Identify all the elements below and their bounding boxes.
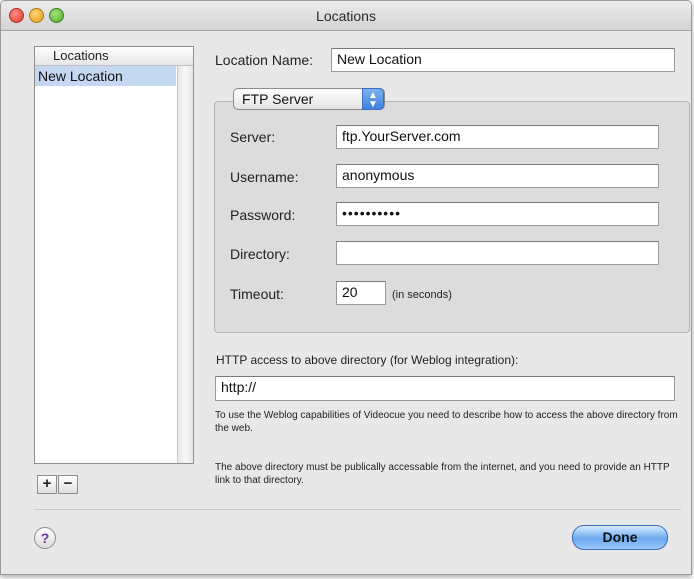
remove-location-button[interactable]: − [58, 475, 78, 494]
username-label: Username: [230, 169, 299, 185]
public-access-note: The above directory must be publically a… [215, 462, 670, 486]
password-field[interactable]: •••••••••• [336, 202, 659, 226]
location-name-label: Location Name: [215, 52, 314, 68]
weblog-note: To use the Weblog capabilities of Videoc… [215, 410, 678, 434]
footer-divider [34, 509, 681, 510]
timeout-unit-label: (in seconds) [392, 289, 452, 301]
directory-field[interactable] [336, 241, 659, 265]
server-type-popup[interactable]: FTP Server ▲ ▼ [233, 88, 385, 110]
server-field[interactable]: ftp.YourServer.com [336, 125, 659, 149]
locations-window: Locations Locations New Location + − Loc… [0, 0, 692, 575]
help-button[interactable]: ? [34, 527, 56, 549]
add-location-button[interactable]: + [37, 475, 57, 494]
timeout-label: Timeout: [230, 286, 284, 302]
locations-list[interactable]: Locations New Location [34, 46, 194, 464]
locations-list-header[interactable]: Locations [35, 47, 193, 66]
password-label: Password: [230, 207, 296, 223]
title-bar[interactable]: Locations [1, 1, 691, 31]
http-url-field[interactable]: http:// [215, 376, 675, 401]
list-item-new-location[interactable]: New Location [35, 66, 176, 86]
username-field[interactable]: anonymous [336, 164, 659, 188]
server-type-selected: FTP Server [242, 91, 314, 107]
done-button[interactable]: Done [572, 525, 668, 550]
window-title: Locations [316, 8, 376, 24]
server-label: Server: [230, 129, 276, 145]
list-scrollbar[interactable] [177, 66, 193, 463]
location-name-field[interactable]: New Location [331, 48, 675, 72]
timeout-field[interactable]: 20 [336, 281, 386, 305]
updown-arrows-icon: ▲ ▼ [362, 88, 384, 110]
directory-label: Directory: [230, 246, 290, 262]
http-access-label: HTTP access to above directory (for Webl… [216, 353, 519, 367]
